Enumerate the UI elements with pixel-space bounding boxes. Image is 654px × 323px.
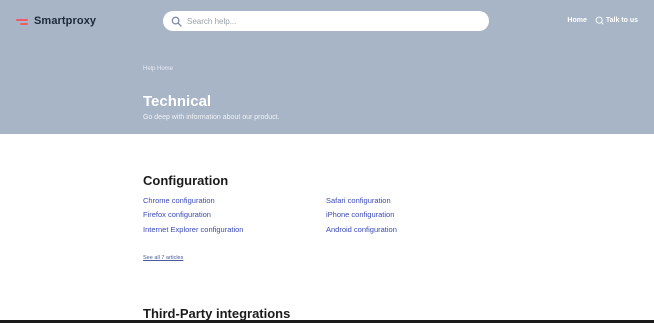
chat-icon: [595, 16, 604, 25]
article-link[interactable]: Internet Explorer configuration: [143, 225, 243, 234]
search-icon: [171, 16, 182, 27]
brand-logo[interactable]: Smartproxy: [16, 13, 96, 29]
article-link[interactable]: iPhone configuration: [326, 210, 394, 219]
page-title: Technical: [143, 93, 212, 110]
nav-home-link[interactable]: Home: [567, 17, 586, 24]
hero-banner: Smartproxy Home Talk to us Help Home Tec…: [0, 0, 654, 134]
top-nav: Home Talk to us: [567, 16, 638, 25]
search-input[interactable]: [187, 16, 467, 26]
article-link[interactable]: Android configuration: [326, 225, 397, 234]
brand-name: Smartproxy: [34, 15, 97, 27]
section-title-configuration: Configuration: [143, 173, 229, 188]
logo-icon: [16, 16, 28, 26]
nav-talk-label: Talk to us: [605, 17, 638, 24]
breadcrumb[interactable]: Help Home: [143, 66, 173, 72]
see-all-articles-link[interactable]: See all 7 articles: [143, 255, 183, 261]
article-link[interactable]: Safari configuration: [326, 196, 391, 205]
article-link[interactable]: Chrome configuration: [143, 196, 215, 205]
search-bar[interactable]: [163, 11, 489, 31]
page-subtitle: Go deep with information about our produ…: [143, 114, 280, 121]
article-link[interactable]: Firefox configuration: [143, 210, 211, 219]
nav-talk-link[interactable]: Talk to us: [595, 16, 638, 25]
section-title-third-party: Third-Party integrations: [143, 306, 291, 321]
